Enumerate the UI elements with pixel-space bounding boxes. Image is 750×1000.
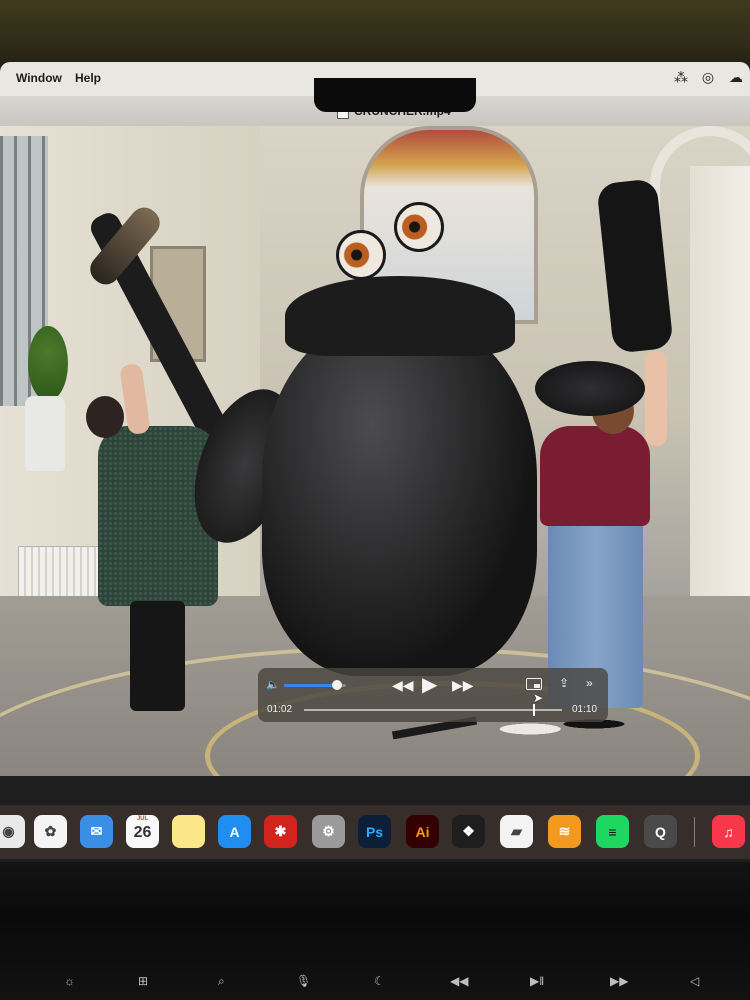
puppet-arm-right [535, 361, 645, 416]
camera-notch [314, 78, 476, 112]
photos-icon: ✿ [44, 823, 57, 839]
scrubber-track[interactable] [304, 704, 562, 716]
dock-app-chrome[interactable]: ◉ [0, 815, 25, 848]
app-store-icon: A [229, 823, 240, 840]
dock-app-app-store[interactable]: A [218, 815, 251, 848]
dock-app-audible[interactable]: ≋ [548, 815, 581, 848]
system-settings-icon: ⚙ [322, 823, 335, 839]
dock-app-figma[interactable]: ❖ [452, 815, 485, 848]
creative-cloud-icon[interactable]: ☁ [728, 69, 744, 85]
status-icon[interactable]: ◎ [700, 69, 716, 85]
performer-left-head [86, 396, 124, 438]
playback-controls[interactable]: 🔈 ◀◀ ▶ ▶▶ ⇪ » 01:02 01:10 [258, 668, 608, 722]
dock-app-illustrator[interactable]: Ai [406, 815, 439, 848]
performer-right-arm [645, 351, 667, 446]
function-key-6: ▶‖ [530, 974, 545, 988]
function-key-3: 🎙 [296, 974, 312, 988]
volume-knob[interactable] [331, 680, 342, 690]
chrome-icon: ◉ [2, 823, 15, 839]
monday-icon: ▰ [511, 823, 522, 839]
current-time: 01:02 [267, 704, 293, 715]
function-key-1: ⊞ [138, 974, 149, 988]
volume-level [284, 684, 337, 687]
picture-in-picture-button[interactable] [526, 678, 542, 690]
dock-app-photos[interactable]: ✿ [34, 815, 67, 848]
function-key-8: ◁ [690, 974, 700, 988]
mail-icon: ✉ [90, 823, 103, 839]
mouse-pointer-icon: ➤ [533, 691, 544, 705]
dock-app-monday[interactable]: ▰ [500, 815, 533, 848]
spotify-icon: ≡ [608, 823, 617, 840]
duration-time: 01:10 [572, 704, 598, 715]
puppet-head [285, 276, 515, 356]
screen: Window Help ⁂ ◎ ☁ CRUNCHER.mp4 ⌄ [0, 62, 750, 862]
illustrator-icon: Ai [415, 823, 430, 840]
function-key-7: ▶▶ [610, 974, 629, 988]
puppet-eye-left [336, 230, 386, 280]
dock-app-photoshop[interactable]: Ps [358, 815, 391, 848]
performer-right [540, 426, 650, 526]
fast-forward-button[interactable]: ▶▶ [452, 677, 474, 694]
dock-app-quicktime[interactable]: Q [644, 815, 677, 848]
music-icon: ♫ [723, 823, 734, 840]
dock-app-calendar[interactable]: JUL 26 [126, 815, 159, 848]
function-key-2: ⌕ [218, 974, 225, 988]
menu-help[interactable]: Help [75, 71, 101, 85]
topiary-plant [28, 326, 68, 401]
scrubber-playhead[interactable] [532, 704, 535, 716]
function-key-0: ☼ [64, 974, 75, 988]
function-key-4: ☾ [374, 974, 385, 988]
rewind-button[interactable]: ◀◀ [392, 677, 414, 694]
control-strip-icon[interactable]: ⁂ [673, 69, 689, 85]
function-key-5: ◀◀ [450, 974, 469, 988]
acrobat-icon: ✱ [274, 823, 287, 839]
dock-app-notes[interactable] [172, 815, 205, 848]
plant-pot [25, 396, 65, 471]
dock-app-acrobat[interactable]: ✱ [264, 815, 297, 848]
dock-app-system-settings[interactable]: ⚙ [312, 815, 345, 848]
keyboard: ☼ ⊞ ⌕ 🎙 ☾ ◀◀ ▶‖ ▶▶ ◁ [0, 862, 750, 1000]
share-button[interactable]: ⇪ [559, 676, 569, 690]
dock-app-mail[interactable]: ✉ [80, 815, 113, 848]
play-button[interactable]: ▶ [422, 672, 437, 697]
volume-slider[interactable] [284, 680, 346, 690]
dock-app-spotify[interactable]: ≡ [596, 815, 629, 848]
dock-separator [694, 817, 695, 847]
calendar-month: JUL [136, 816, 149, 822]
quicktime-icon: Q [655, 823, 666, 840]
photoshop-icon: Ps [365, 823, 384, 840]
volume-icon[interactable]: 🔈 [266, 678, 280, 691]
dock: ◉ ✿ ✉ JUL 26 A ✱ ⚙ Ps Ai ❖ ▰ ≋ ≡ Q ♫ [0, 805, 750, 859]
dock-app-music[interactable]: ♫ [712, 815, 745, 848]
audible-icon: ≋ [558, 823, 571, 839]
performer-left-legs [130, 601, 185, 711]
menu-window[interactable]: Window [16, 71, 62, 85]
stone-pillar [690, 166, 750, 606]
bin-bag-puppet [262, 316, 537, 676]
calendar-day: 26 [133, 824, 152, 841]
figma-icon: ❖ [462, 823, 475, 839]
puppet-eye-right [394, 202, 444, 252]
more-button[interactable]: » [586, 676, 593, 690]
